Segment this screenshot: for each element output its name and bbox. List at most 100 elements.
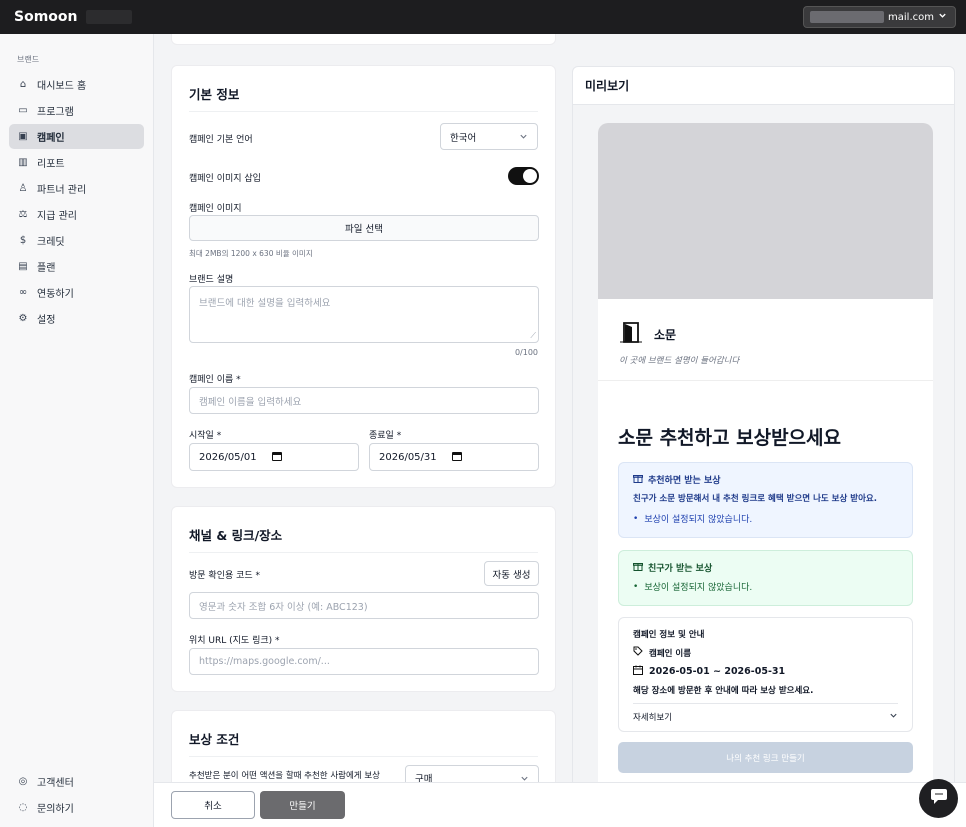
sidebar-item-8[interactable]: ∞ 연동하기: [9, 280, 144, 305]
reward-condition-label: 추천받은 분이 어떤 액션을 할때 추천한 사람에게 보상: [189, 771, 380, 781]
end-date-value: 2026/05/31: [379, 451, 437, 463]
file-select-button[interactable]: 파일 선택: [189, 215, 539, 241]
sidebar-item-label: 연동하기: [37, 289, 74, 300]
referrer-reward-box: 추천하면 받는 보상 친구가 소문 방문해서 내 추천 링크로 혜택 받으면 나…: [618, 462, 913, 538]
sidebar-item-6[interactable]: $ 크레딧: [9, 228, 144, 253]
sidebar-section-label: 브랜드: [17, 55, 40, 64]
app-logo[interactable]: Somoon: [14, 9, 132, 25]
info-title: 캠페인 정보 및 안내: [633, 630, 705, 640]
info-note: 해당 장소에 방문한 후 안내에 따라 보상 받으세요.: [633, 686, 814, 696]
channel-card: 채널 & 링크/장소 방문 확인용 코드 * 자동 생성 영문과 숫자 조합 6…: [171, 506, 556, 692]
start-date-label: 시작일 *: [189, 431, 222, 441]
sidebar-item-label: 고객센터: [37, 778, 74, 789]
sidebar-item-4[interactable]: ♙ 파트너 관리: [9, 176, 144, 201]
sidebar-item-label: 플랜: [37, 263, 56, 274]
brand-desc-textarea[interactable]: 브랜드에 대한 설명을 입력하세요 ⟋: [189, 286, 539, 343]
sidebar-item-label: 크레딧: [37, 237, 65, 248]
language-value: 한국어: [450, 132, 477, 144]
sidebar-item-3[interactable]: ▥ 리포트: [9, 150, 144, 175]
link-icon: ∞: [18, 287, 28, 298]
start-date-input[interactable]: 2026/05/01: [189, 443, 359, 471]
location-url-placeholder: https://maps.google.com/...: [199, 656, 330, 667]
sidebar-bottom-item-1[interactable]: ◌ 문의하기: [9, 795, 145, 820]
bottom-action-bar: 취소 만들기: [154, 782, 966, 827]
image-label: 캠페인 이미지: [189, 204, 242, 214]
sidebar-item-7[interactable]: ▤ 플랜: [9, 254, 144, 279]
referrer-reward-empty: 보상이 설정되지 않았습니다.: [644, 515, 753, 525]
app-name: Somoon: [14, 9, 78, 25]
section-title: 채널 & 링크/장소: [189, 525, 538, 553]
cancel-button[interactable]: 취소: [171, 791, 255, 819]
preview-title: 미리보기: [573, 67, 954, 105]
gear-icon: ⚙: [18, 313, 28, 324]
gift-icon: [633, 561, 643, 574]
brand-description: 이 곳에 브랜드 설명이 들어갑니다: [619, 356, 740, 366]
main-content: 기본 정보 캠페인 기본 언어 한국어 캠페인 이미지 삽입 캠페인 이미지 파…: [154, 34, 966, 827]
campaign-name-input[interactable]: 캠페인 이름을 입력하세요: [189, 387, 539, 414]
brand-desc-placeholder: 브랜드에 대한 설명을 입력하세요: [199, 298, 331, 309]
coin-icon: $: [19, 235, 27, 246]
language-label: 캠페인 기본 언어: [189, 135, 253, 145]
tag-icon: [633, 646, 643, 659]
auto-generate-button[interactable]: 자동 생성: [484, 561, 539, 586]
sidebar-item-0[interactable]: ⌂ 대시보드 홈: [9, 72, 144, 97]
char-counter: 0/100: [514, 348, 538, 357]
brand-logo-icon: [619, 321, 643, 343]
preview-canvas: 소문 이 곳에 브랜드 설명이 들어갑니다 소문 추천하고 보상받으세요 추천하…: [573, 105, 954, 825]
sidebar-item-1[interactable]: ▭ 프로그램: [9, 98, 144, 123]
friend-reward-title: 친구가 받는 보상: [648, 564, 713, 574]
image-insert-label: 캠페인 이미지 삽입: [189, 174, 261, 184]
visit-code-input[interactable]: 영문과 숫자 조합 6자 이상 (예: ABC123): [189, 592, 539, 619]
preview-headline: 소문 추천하고 보상받으세요: [618, 427, 841, 449]
card-icon: ▤: [18, 261, 28, 272]
resize-handle-icon: ⟋: [530, 331, 536, 340]
calendar-icon: ▣: [18, 131, 28, 142]
gift-icon: [633, 473, 643, 486]
account-menu[interactable]: mail.com: [803, 6, 956, 28]
start-date-value: 2026/05/01: [199, 451, 257, 463]
sidebar-item-label: 문의하기: [37, 804, 74, 815]
previous-section-card: [171, 34, 556, 45]
info-campaign-name: 캠페인 이름: [649, 648, 692, 659]
image-hint: 최대 2MB의 1200 x 630 비율 이미지: [189, 249, 313, 258]
info-dates: 2026-05-01 ~ 2026-05-31: [649, 666, 786, 677]
referrer-reward-desc: 친구가 소문 방문해서 내 추천 링크로 혜택 받으면 나도 보상 받아요.: [633, 494, 877, 504]
sidebar-item-5[interactable]: ⚖ 지급 관리: [9, 202, 144, 227]
brand-desc-label: 브랜드 설명: [189, 275, 234, 285]
users-icon: ♙: [18, 183, 28, 194]
chat-bubble-icon: [929, 788, 949, 809]
section-title: 보상 조건: [189, 729, 538, 757]
image-insert-toggle[interactable]: [508, 167, 539, 185]
sidebar-bottom-item-0[interactable]: ◎ 고객센터: [9, 769, 145, 794]
campaign-info-box: 캠페인 정보 및 안내 캠페인 이름 2026-05-01 ~ 2026-05-…: [618, 617, 913, 732]
sidebar-item-label: 프로그램: [37, 107, 74, 118]
chevron-down-icon: [938, 11, 947, 23]
section-title: 기본 정보: [189, 84, 538, 112]
create-referral-link-button[interactable]: 나의 추천 링크 만들기: [618, 742, 913, 773]
sidebar-item-label: 대시보드 홈: [37, 81, 87, 92]
details-toggle[interactable]: 자세히보기: [633, 703, 898, 723]
location-url-input[interactable]: https://maps.google.com/...: [189, 648, 539, 675]
visit-code-label: 방문 확인용 코드 *: [189, 571, 261, 581]
top-bar: Somoon mail.com: [0, 0, 966, 34]
sidebar-item-2[interactable]: ▣ 캠페인: [9, 124, 144, 149]
friend-reward-box: 친구가 받는 보상 • 보상이 설정되지 않았습니다.: [618, 550, 913, 606]
payout-icon: ⚖: [18, 209, 28, 220]
sidebar-item-9[interactable]: ⚙ 설정: [9, 306, 144, 331]
campaign-name-placeholder: 캠페인 이름을 입력하세요: [199, 396, 302, 408]
end-date-label: 종료일 *: [369, 431, 402, 441]
chat-support-button[interactable]: [919, 779, 958, 818]
calendar-icon: [633, 665, 643, 678]
language-select[interactable]: 한국어: [440, 123, 538, 150]
account-email: mail.com: [888, 11, 934, 23]
calendar-icon: ▭: [18, 105, 28, 116]
sidebar-item-label: 리포트: [37, 159, 65, 170]
chevron-down-icon: [519, 132, 528, 144]
redacted-text: [85, 10, 132, 24]
end-date-input[interactable]: 2026/05/31: [369, 443, 539, 471]
basic-info-card: 기본 정보 캠페인 기본 언어 한국어 캠페인 이미지 삽입 캠페인 이미지 파…: [171, 65, 556, 488]
campaign-name-label: 캠페인 이름 *: [189, 375, 241, 385]
support-icon: ◎: [18, 776, 28, 787]
visit-code-placeholder: 영문과 숫자 조합 6자 이상 (예: ABC123): [199, 601, 368, 613]
create-button[interactable]: 만들기: [260, 791, 345, 819]
